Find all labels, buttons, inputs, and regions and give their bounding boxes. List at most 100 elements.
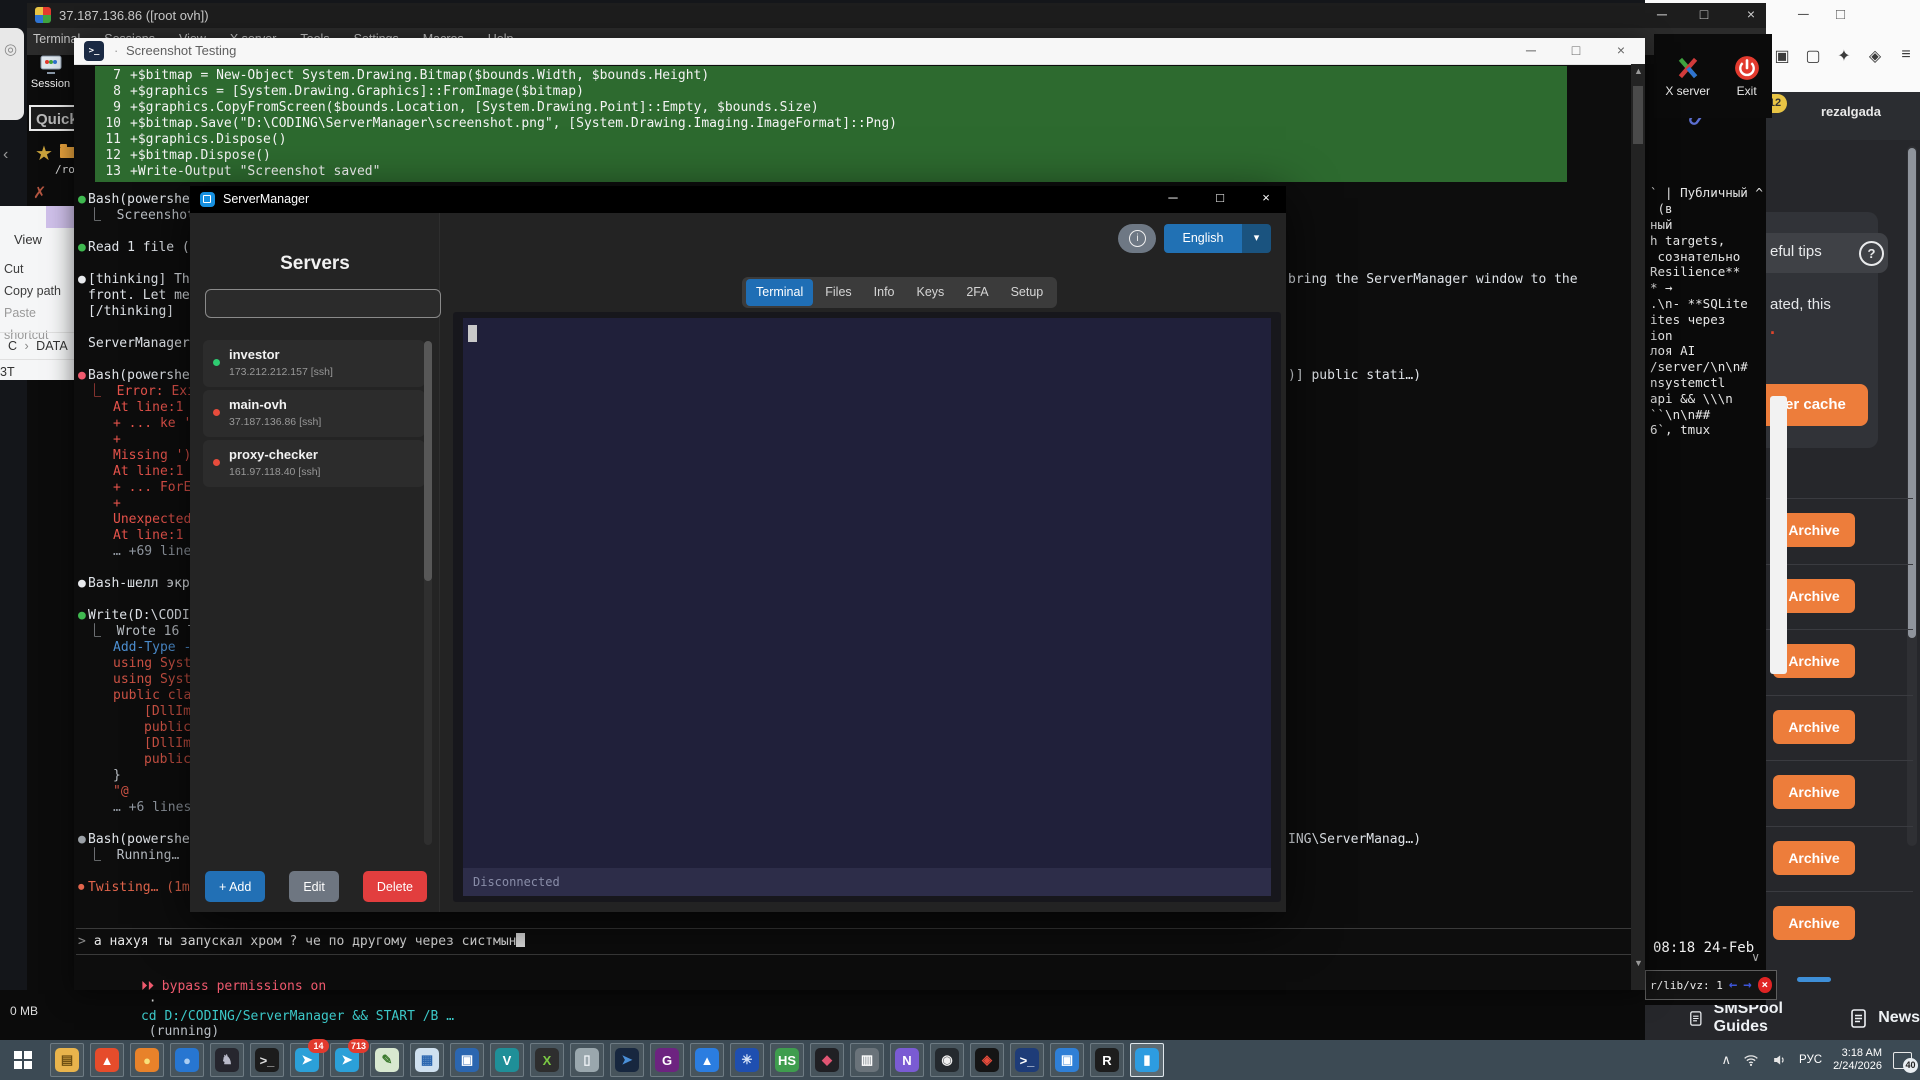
terminal-screen[interactable] [463, 318, 1271, 868]
server-action-button[interactable]: Edit [289, 871, 339, 902]
sidebar-scrollbar-thumb[interactable] [424, 341, 432, 581]
archive-button[interactable]: Archive [1773, 841, 1855, 875]
extensions-icon[interactable]: ▣ [1773, 46, 1791, 66]
sm-tab[interactable]: Files [815, 279, 861, 306]
ps-minimize-button[interactable]: ─ [1522, 42, 1540, 58]
taskbar-app-window[interactable]: ▣ [450, 1043, 484, 1077]
taskbar-g-app[interactable]: G [650, 1043, 684, 1077]
taskbar-brave[interactable]: ▲ [90, 1043, 124, 1077]
sm-maximize-button[interactable]: □ [1212, 190, 1228, 205]
sm-close-button[interactable]: × [1258, 190, 1274, 205]
tray-chevron-icon[interactable]: ∧ [1722, 1052, 1732, 1068]
help-icon[interactable]: ? [1859, 241, 1884, 266]
back-chevron-icon[interactable]: ‹ [3, 146, 8, 164]
ps-close-button[interactable]: × [1612, 42, 1630, 58]
footer-link[interactable]: News [1851, 1009, 1920, 1028]
taskbar-powershell[interactable]: >_ [1010, 1043, 1044, 1077]
taskbar-file-explorer[interactable]: ▤ [50, 1043, 84, 1077]
taskbar-xserver[interactable]: X [530, 1043, 564, 1077]
wifi-icon[interactable] [1742, 1052, 1760, 1068]
archive-button[interactable]: Archive [1773, 710, 1855, 744]
breadcrumb[interactable]: C › DATA 3T [0, 332, 74, 360]
taskbar-firefox[interactable]: ● [130, 1043, 164, 1077]
tray-clock[interactable]: 3:18 AM 2/24/2026 [1833, 1047, 1882, 1073]
taskbar-servermanager-active[interactable]: ▮ [1130, 1043, 1164, 1077]
taskbar-game[interactable]: ♞ [210, 1043, 244, 1077]
sm-tab[interactable]: Keys [907, 279, 955, 306]
sm-minimize-button[interactable]: ─ [1165, 190, 1181, 205]
taskbar-cmd[interactable]: >_ [250, 1043, 284, 1077]
server-action-button[interactable]: + Add [205, 871, 265, 902]
scroll-down-chevron-icon[interactable]: ∨ [1751, 950, 1760, 964]
taskbar-telegram-1[interactable]: ➤ 14 [290, 1043, 324, 1077]
taskbar-github[interactable]: ◉ [930, 1043, 964, 1077]
taskbar-figma[interactable]: ◈ [970, 1043, 1004, 1077]
ps-maximize-button[interactable]: □ [1567, 42, 1585, 58]
favorites-star-icon[interactable]: ★ [35, 141, 53, 166]
find-next-arrow-icon[interactable]: → [1743, 977, 1751, 993]
taskbar-v-app[interactable]: V [490, 1043, 524, 1077]
sm-tab[interactable]: Setup [1001, 279, 1054, 306]
archive-button[interactable]: Archive [1773, 906, 1855, 940]
keyboard-language-label[interactable]: РУС [1799, 1054, 1822, 1066]
taskbar-thunderbird[interactable]: ● [170, 1043, 204, 1077]
browser-minimize-button[interactable]: ─ [1798, 6, 1809, 23]
xserver-button[interactable]: X server [1665, 55, 1710, 98]
start-button[interactable] [0, 1040, 46, 1080]
scroll-up-arrow-icon[interactable]: ▲ [1634, 66, 1643, 76]
archive-button[interactable]: Archive [1773, 775, 1855, 809]
menu-icon[interactable]: ≡ [1897, 46, 1915, 66]
taskbar-notion[interactable]: N [890, 1043, 924, 1077]
ps-scrollbar-thumb[interactable] [1633, 86, 1643, 144]
scroll-down-arrow-icon[interactable]: ▼ [1634, 958, 1643, 968]
taskbar-a-app[interactable]: ▲ [690, 1043, 724, 1077]
breadcrumb-drive[interactable]: C [8, 339, 17, 353]
sm-tab[interactable]: Info [864, 279, 905, 306]
taskbar-telegram-2[interactable]: ➤ 713 [330, 1043, 364, 1077]
notification-center-icon[interactable]: 40 [1893, 1052, 1912, 1069]
taskbar-notepad[interactable]: ✎ [370, 1043, 404, 1077]
sm-tab[interactable]: Terminal [746, 279, 813, 306]
language-selected-value[interactable]: English [1164, 224, 1242, 253]
taskbar-calculator[interactable]: ▦ [410, 1043, 444, 1077]
moba-maximize-button[interactable]: □ [1695, 6, 1713, 22]
permissions-mode-label[interactable]: ⏵⏵ bypass permissions on [141, 979, 326, 994]
info-button[interactable]: i [1118, 224, 1156, 253]
exit-button[interactable]: Exit [1733, 55, 1761, 98]
explorer-command[interactable]: Copy path [4, 280, 74, 302]
moba-close-button[interactable]: × [1742, 6, 1760, 22]
language-dropdown[interactable]: English ▾ [1164, 224, 1271, 253]
sidebar-scrollbar[interactable] [424, 341, 432, 845]
explorer-command[interactable]: Cut [4, 258, 74, 280]
server-list-item[interactable]: proxy-checker 161.97.118.40 [ssh] [203, 440, 425, 487]
wallet-icon[interactable]: ▢ [1804, 46, 1822, 66]
find-prev-arrow-icon[interactable]: ← [1729, 977, 1737, 993]
shield-icon[interactable]: ◈ [1866, 46, 1884, 66]
taskbar-bug[interactable]: ✳ [730, 1043, 764, 1077]
server-list-item[interactable]: investor 173.212.212.157 [ssh] [203, 340, 425, 387]
findbar-close-icon[interactable]: × [1758, 977, 1772, 993]
profile-name[interactable]: rezalgada [1821, 104, 1881, 119]
server-action-button[interactable]: Delete [363, 871, 427, 902]
server-search-input[interactable] [205, 289, 441, 318]
taskbar-r-app[interactable]: R [1090, 1043, 1124, 1077]
taskbar-design[interactable]: ◆ [810, 1043, 844, 1077]
server-list-item[interactable]: main-ovh 37.187.136.86 [ssh] [203, 390, 425, 437]
chevron-down-icon[interactable]: ▾ [1242, 224, 1271, 253]
taskbar-phone[interactable]: ▯ [570, 1043, 604, 1077]
browser-maximize-button[interactable]: □ [1836, 6, 1845, 23]
quick-connect-input[interactable]: Quick [29, 105, 77, 131]
taskbar-monitor[interactable]: ▥ [850, 1043, 884, 1077]
taskbar-falcon[interactable]: ➤ [610, 1043, 644, 1077]
sm-tab[interactable]: 2FA [956, 279, 998, 306]
prompt-line[interactable]: >а нахуя ты запускал хром ? че по другом… [74, 933, 525, 949]
taskbar-hs[interactable]: HS [770, 1043, 804, 1077]
taskbar-remote[interactable]: ▣ [1050, 1043, 1084, 1077]
carousel-indicator[interactable] [1797, 977, 1831, 982]
explorer-ribbon-tab[interactable]: View [14, 232, 42, 247]
findbar-text[interactable]: r/lib/vz: 1 [1650, 979, 1723, 992]
session-button[interactable]: Session [27, 55, 74, 90]
prompt-input-text[interactable]: а нахуя ты запускал хром ? че по другому… [94, 934, 517, 949]
volume-icon[interactable] [1771, 1052, 1788, 1068]
tools-icon[interactable]: ✗ [33, 183, 46, 203]
